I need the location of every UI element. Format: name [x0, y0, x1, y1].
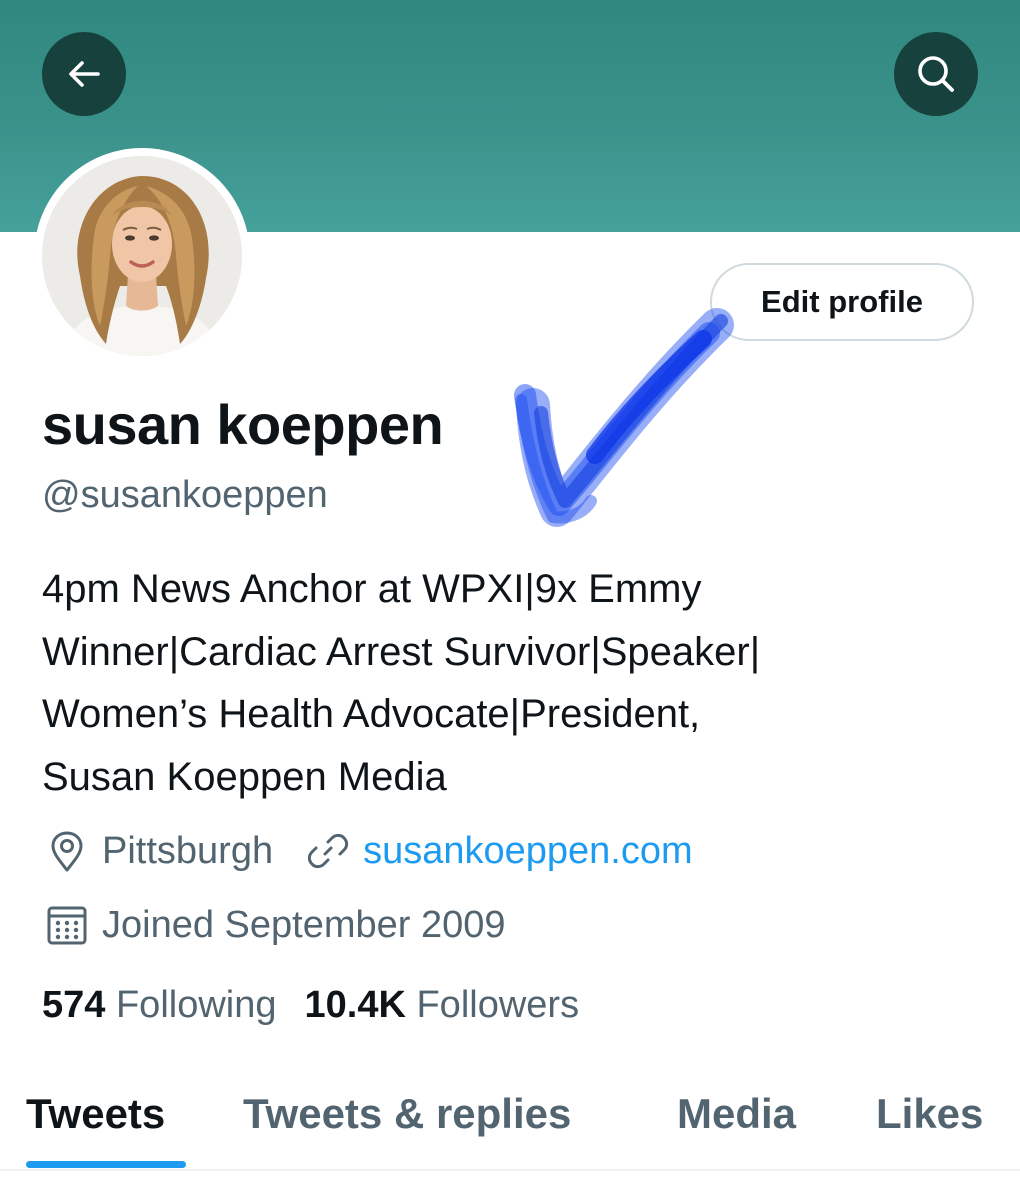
profile-bio: 4pm News Anchor at WPXI|9x Emmy Winner|C… [42, 558, 992, 808]
search-icon [918, 56, 954, 92]
tab-tweets[interactable]: Tweets [26, 1090, 165, 1138]
profile-photo [42, 156, 242, 356]
avatar[interactable] [42, 156, 242, 356]
arrow-left-icon [69, 61, 100, 87]
following-count: 574 [42, 984, 106, 1026]
active-tab-indicator [26, 1161, 186, 1168]
search-button[interactable] [894, 32, 978, 116]
checkmark-annotation [514, 308, 734, 527]
user-handle: @susankoeppen [42, 474, 328, 516]
bio-line: Women’s Health Advocate|President, [42, 692, 701, 736]
following-stat[interactable]: 574 Following [42, 984, 277, 1027]
follow-stats: 574 Following 10.4K Followers [42, 984, 607, 1027]
edit-profile-button[interactable]: Edit profile [710, 263, 974, 341]
bio-line: Susan Koeppen Media [42, 754, 447, 799]
tab-likes[interactable]: Likes [876, 1090, 983, 1138]
location-pin-icon [42, 826, 92, 876]
back-button[interactable] [42, 32, 126, 116]
followers-label: Followers [416, 984, 580, 1026]
tab-tweets-replies[interactable]: Tweets & replies [243, 1090, 571, 1138]
joined-date: Joined September 2009 [102, 903, 506, 946]
profile-tabs: Tweets Tweets & replies Media Likes [0, 1080, 1020, 1170]
bio-line: Winner|Cardiac Arrest Survivor|Speaker| [42, 629, 761, 674]
profile-meta-row: Joined September 2009 [42, 900, 506, 950]
avatar-frame [34, 148, 250, 364]
link-icon [303, 826, 353, 876]
bio-line: 4pm News Anchor at WPXI|9x Emmy [42, 567, 702, 611]
profile-meta-row: Pittsburgh susankoeppen.com [42, 826, 693, 876]
following-label: Following [115, 984, 277, 1026]
display-name: susan koeppen [42, 393, 444, 456]
followers-count: 10.4K [304, 984, 406, 1026]
tabs-divider [0, 1169, 1020, 1171]
followers-stat[interactable]: 10.4K Followers [305, 984, 580, 1027]
profile-page: Edit profile susan koeppen @susankoeppen… [0, 0, 1020, 1200]
website-link[interactable]: susankoeppen.com [363, 830, 693, 873]
calendar-icon [42, 900, 92, 950]
location-text: Pittsburgh [102, 829, 274, 872]
tab-media[interactable]: Media [677, 1090, 796, 1138]
